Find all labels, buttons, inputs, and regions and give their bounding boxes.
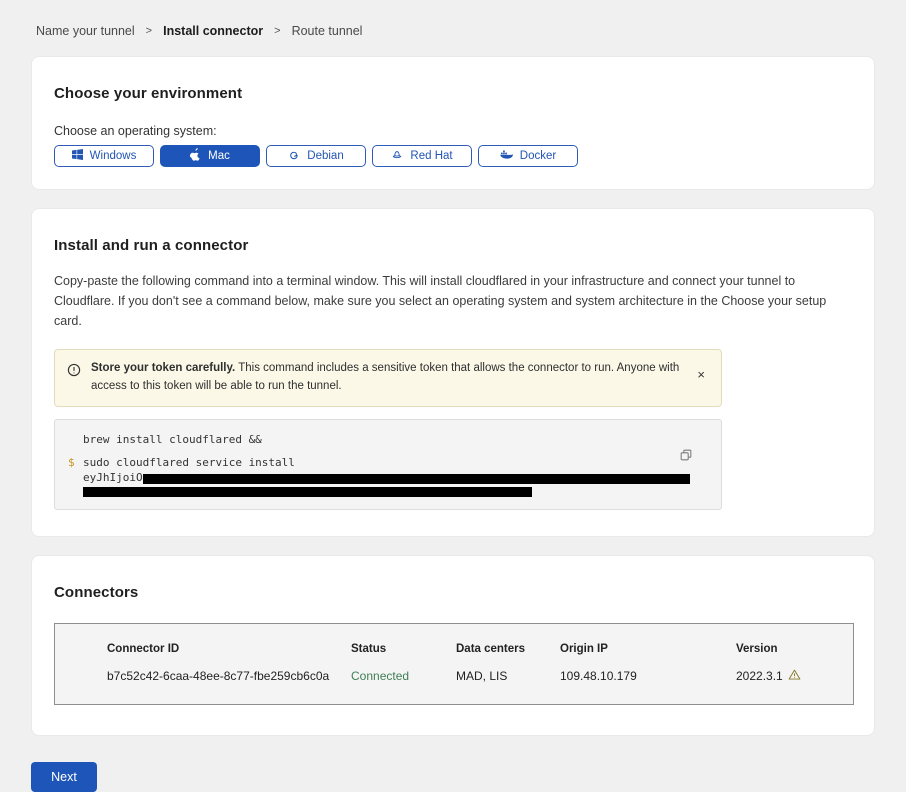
docker-icon	[500, 149, 513, 163]
os-button-group: Windows Mac Debian Red Hat	[54, 145, 852, 167]
page: Name your tunnel > Install connector > R…	[0, 0, 906, 792]
copy-icon[interactable]	[677, 446, 695, 467]
column-header-version: Version	[736, 643, 833, 655]
os-button-docker[interactable]: Docker	[478, 145, 578, 167]
warning-triangle-icon	[788, 668, 801, 684]
os-button-label: Red Hat	[410, 150, 452, 162]
token-text: eyJhIjoiO	[83, 471, 690, 486]
column-header-data-centers: Data centers	[456, 643, 560, 655]
data-centers-cell: MAD, LIS	[456, 669, 560, 683]
alert-bold-text: Store your token carefully.	[91, 362, 235, 374]
column-header-status: Status	[351, 643, 456, 655]
card-title: Choose your environment	[54, 85, 852, 102]
choose-environment-card: Choose your environment Choose an operat…	[31, 56, 875, 190]
alert-text: Store your token carefully. This command…	[91, 360, 683, 396]
breadcrumb-step-name-your-tunnel[interactable]: Name your tunnel	[36, 24, 135, 38]
column-header-origin-ip: Origin IP	[560, 643, 736, 655]
install-connector-card: Install and run a connector Copy-paste t…	[31, 208, 875, 537]
alert-circle-icon	[67, 363, 81, 382]
os-select-label: Choose an operating system:	[54, 124, 852, 138]
redaction-bar	[143, 474, 690, 484]
code-line-2: $ sudo cloudflared service install	[68, 456, 707, 471]
breadcrumb-separator: >	[146, 25, 152, 37]
card-title: Connectors	[54, 584, 852, 601]
close-icon[interactable]: ×	[693, 366, 709, 383]
connector-id-cell: b7c52c42-6caa-48ee-8c77-fbe259cb6c0a	[107, 669, 351, 683]
debian-icon	[288, 149, 300, 164]
apple-icon	[190, 148, 201, 164]
breadcrumb-separator: >	[274, 25, 280, 37]
table-row: b7c52c42-6caa-48ee-8c77-fbe259cb6c0a Con…	[107, 668, 833, 684]
os-button-label: Docker	[520, 150, 556, 162]
os-button-label: Debian	[307, 150, 343, 162]
version-cell: 2022.3.1	[736, 668, 833, 684]
code-text: sudo cloudflared service install	[83, 456, 295, 471]
redhat-icon	[391, 149, 403, 164]
origin-ip-cell: 109.48.10.179	[560, 669, 736, 683]
os-button-windows[interactable]: Windows	[54, 145, 154, 167]
windows-icon	[72, 149, 83, 163]
card-title: Install and run a connector	[54, 237, 852, 254]
breadcrumb-step-install-connector[interactable]: Install connector	[163, 24, 263, 38]
os-button-debian[interactable]: Debian	[266, 145, 366, 167]
os-button-redhat[interactable]: Red Hat	[372, 145, 472, 167]
code-line-1: brew install cloudflared &&	[68, 433, 707, 448]
column-header-connector-id: Connector ID	[107, 643, 351, 655]
os-button-label: Windows	[90, 150, 137, 162]
os-button-label: Mac	[208, 150, 230, 162]
breadcrumb: Name your tunnel > Install connector > R…	[31, 0, 875, 38]
status-badge: Connected	[351, 669, 456, 683]
connectors-table-header: Connector ID Status Data centers Origin …	[107, 643, 833, 655]
code-text: brew install cloudflared &&	[83, 433, 262, 448]
token-warning-alert: Store your token carefully. This command…	[54, 349, 722, 407]
install-description: Copy-paste the following command into a …	[54, 271, 850, 331]
next-button[interactable]: Next	[31, 762, 97, 792]
install-command-codeblock: brew install cloudflared && $ sudo cloud…	[54, 419, 722, 511]
os-button-mac[interactable]: Mac	[160, 145, 260, 167]
shell-prompt: $	[68, 456, 83, 471]
connectors-card: Connectors Connector ID Status Data cent…	[31, 555, 875, 736]
redaction-bar	[83, 487, 532, 497]
connectors-table: Connector ID Status Data centers Origin …	[54, 623, 854, 705]
code-line-token: eyJhIjoiO	[68, 471, 707, 486]
breadcrumb-step-route-tunnel[interactable]: Route tunnel	[292, 24, 363, 38]
